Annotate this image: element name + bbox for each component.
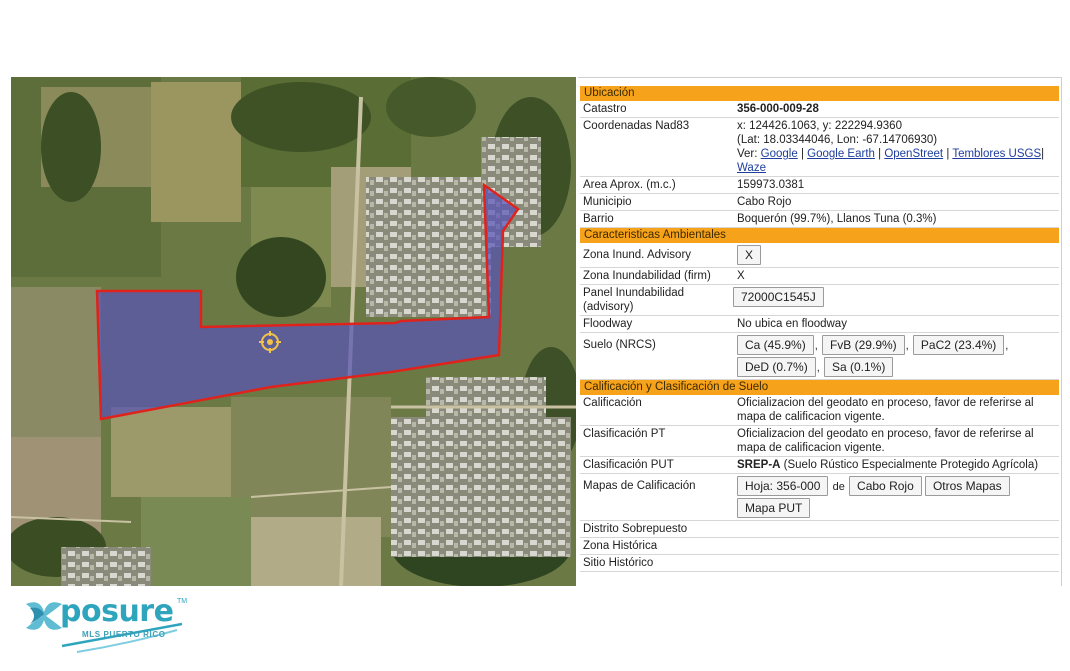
row-municipio: Municipio Cabo Rojo <box>580 194 1059 211</box>
municipio-label: Municipio <box>583 196 632 208</box>
row-suelo: Suelo (NRCS) Ca (45.9%), FvB (29.9%), Pa… <box>580 333 1059 380</box>
panel-inund-button[interactable]: 72000C1545J <box>733 287 824 307</box>
panel-inund-label: Panel Inundabilidad (advisory) <box>583 287 685 313</box>
de-label: de <box>832 481 845 493</box>
row-clasificacion-pt: Clasificación PT Oficializacion del geod… <box>580 426 1059 457</box>
logo-subtitle: MLS PUERTO RICO <box>82 630 166 639</box>
link-google-earth[interactable]: Google Earth <box>807 148 875 160</box>
catastro-label: Catastro <box>583 103 627 115</box>
suelo-button-ca[interactable]: Ca (45.9%) <box>737 335 814 355</box>
row-zona-inund-firm: Zona Inundabilidad (firm) X <box>580 268 1059 285</box>
suelo-button-fvb[interactable]: FvB (29.9%) <box>821 335 905 355</box>
row-sitio-historico: Sitio Histórico <box>580 555 1059 572</box>
distrito-label: Distrito Sobrepuesto <box>583 523 688 535</box>
municipio-value: Cabo Rojo <box>737 196 792 208</box>
row-distrito: Distrito Sobrepuesto <box>580 521 1059 538</box>
xposure-logo: posure TM MLS PUERTO RICO <box>22 594 192 658</box>
ver-label: Ver: <box>737 148 758 160</box>
coord-latlon: (Lat: 18.03344046, Lon: -67.14706930) <box>737 134 938 146</box>
zona-inund-firm-label: Zona Inundabilidad (firm) <box>583 270 711 282</box>
suelo-button-ded[interactable]: DeD (0.7%) <box>737 357 816 377</box>
mapa-put-button[interactable]: Mapa PUT <box>737 498 811 518</box>
row-barrio: Barrio Boquerón (99.7%), Llanos Tuna (0.… <box>580 211 1059 228</box>
logo-wordmark: posure <box>60 594 174 629</box>
calificacion-value: Oficializacion del geodato en proceso, f… <box>737 397 1034 423</box>
coord-xy: x: 124426.1063, y: 222294.9360 <box>737 120 902 132</box>
otros-mapas-button[interactable]: Otros Mapas <box>924 476 1010 496</box>
area-value: 159973.0381 <box>737 179 805 191</box>
section-header-ubicacion: Ubicación <box>580 86 1059 101</box>
link-waze[interactable]: Waze <box>737 162 766 174</box>
section-header-calificacion: Calificación y Clasificación de Suelo <box>580 380 1059 395</box>
row-zona-historica: Zona Histórica <box>580 538 1059 555</box>
calificacion-label: Calificación <box>583 397 642 409</box>
suelo-button-sa[interactable]: Sa (0.1%) <box>823 357 894 377</box>
suelo-button-pac2[interactable]: PaC2 (23.4%) <box>912 335 1005 355</box>
row-panel-inund: Panel Inundabilidad (advisory) 72000C154… <box>580 285 1059 316</box>
map-imagery <box>11 77 576 586</box>
clasificacion-pt-value: Oficializacion del geodato en proceso, f… <box>737 428 1034 454</box>
zona-historica-label: Zona Histórica <box>583 540 658 552</box>
clasificacion-put-desc: (Suelo Rústico Especialmente Protegido A… <box>783 459 1039 471</box>
row-floodway: Floodway No ubica en floodway <box>580 316 1059 333</box>
cabo-rojo-map-button[interactable]: Cabo Rojo <box>849 476 922 496</box>
section-header-ambientales: Caracteristicas Ambientales <box>580 228 1059 243</box>
zona-inund-advisory-button[interactable]: X <box>737 245 762 265</box>
logo-tm: TM <box>177 598 188 605</box>
suelo-label: Suelo (NRCS) <box>583 339 656 351</box>
catastro-value: 356-000-009-28 <box>737 103 819 115</box>
mapas-label: Mapas de Calificación <box>583 480 696 492</box>
row-zona-inund-advisory: Zona Inund. Advisory X <box>580 243 1059 268</box>
row-calificacion: Calificación Oficializacion del geodato … <box>580 395 1059 426</box>
area-label: Area Aprox. (m.c.) <box>583 179 676 191</box>
clasificacion-put-code: SREP-A <box>737 459 781 471</box>
row-mapas: Mapas de Calificación Hoja: 356-000 de C… <box>580 474 1059 521</box>
clasificacion-put-label: Clasificación PUT <box>583 459 674 471</box>
row-catastro: Catastro 356-000-009-28 <box>580 101 1059 118</box>
floodway-value: No ubica en floodway <box>737 318 847 330</box>
property-info-panel: Ubicación Catastro 356-000-009-28 Coorde… <box>578 77 1062 586</box>
sitio-historico-label: Sitio Histórico <box>583 557 654 569</box>
barrio-value: Boquerón (99.7%), Llanos Tuna (0.3%) <box>737 213 937 225</box>
link-google[interactable]: Google <box>761 148 798 160</box>
link-openstreet[interactable]: OpenStreet <box>884 148 943 160</box>
row-clasificacion-put: Clasificación PUT SREP-A (Suelo Rústico … <box>580 457 1059 474</box>
link-temblores-usgs[interactable]: Temblores USGS <box>952 148 1041 160</box>
row-area: Area Aprox. (m.c.) 159973.0381 <box>580 177 1059 194</box>
coordenadas-label: Coordenadas Nad83 <box>583 120 690 132</box>
satellite-map[interactable] <box>11 77 576 586</box>
location-target-icon <box>259 331 281 353</box>
barrio-label: Barrio <box>583 213 614 225</box>
zona-inund-firm-value: X <box>737 270 745 282</box>
clasificacion-pt-label: Clasificación PT <box>583 428 666 440</box>
zona-inund-advisory-label: Zona Inund. Advisory <box>583 249 692 261</box>
floodway-label: Floodway <box>583 318 633 330</box>
row-coordenadas: Coordenadas Nad83 x: 124426.1063, y: 222… <box>580 118 1059 177</box>
hoja-button[interactable]: Hoja: 356-000 <box>737 476 829 496</box>
